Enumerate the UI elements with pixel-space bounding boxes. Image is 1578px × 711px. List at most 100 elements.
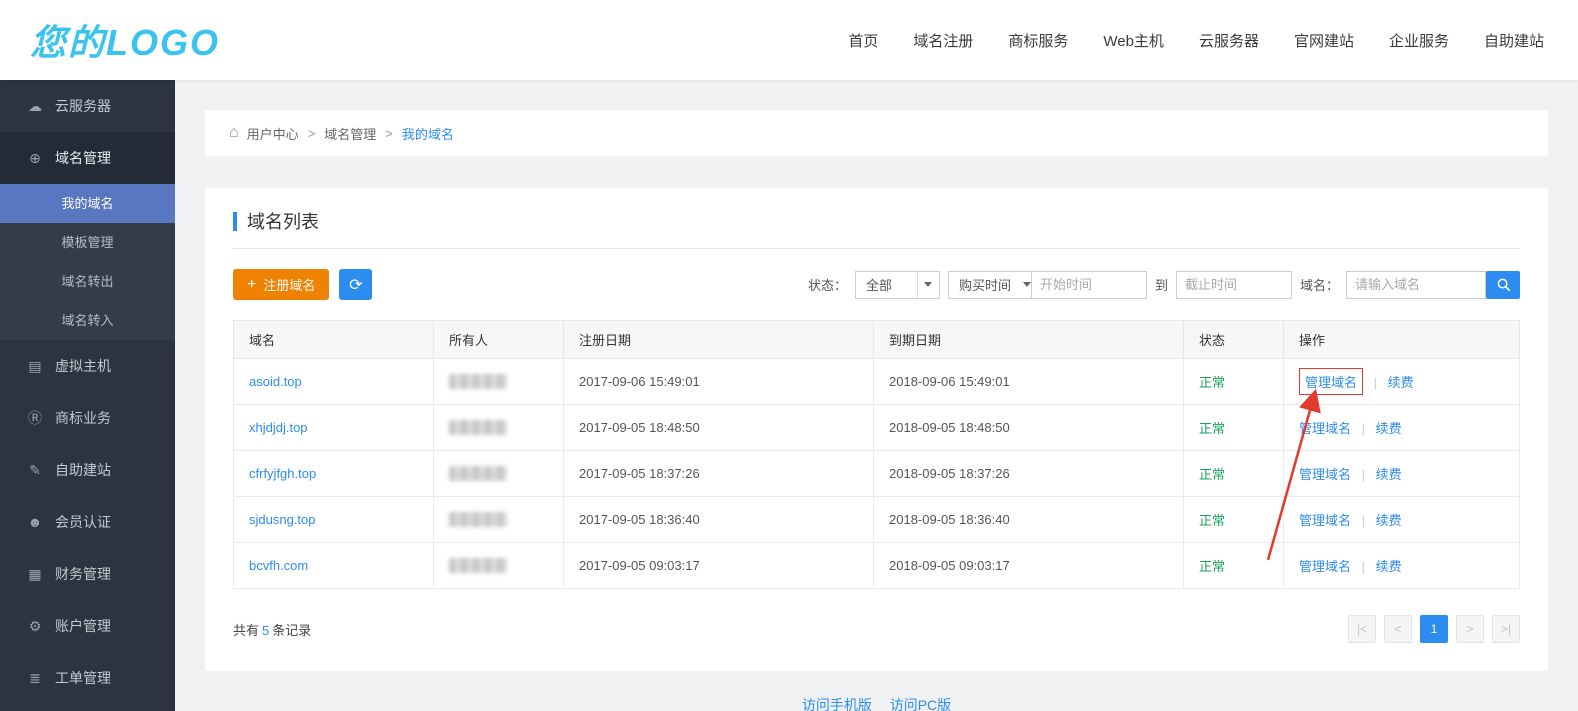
sidebar-subitem-my-domains[interactable]: 我的域名 <box>0 184 175 223</box>
sidebar-item-finance[interactable]: ▦ 财务管理 <box>0 548 175 600</box>
chevron-down-icon <box>1023 282 1031 287</box>
sidebar-item-label: 云服务器 <box>55 96 111 116</box>
sidebar-item-label: 账户管理 <box>55 616 111 636</box>
status-badge: 正常 <box>1199 421 1225 436</box>
table-row: asoid.top 2017-09-06 15:49:01 2018-09-06… <box>234 359 1520 405</box>
sidebar-item-virtual-host[interactable]: ▤ 虚拟主机 <box>0 340 175 392</box>
summary-suffix: 条记录 <box>272 623 311 638</box>
nav-item-diy-site[interactable]: 自助建站 <box>1484 30 1544 51</box>
col-header-domain: 域名 <box>234 321 434 359</box>
renew-link[interactable]: 续费 <box>1376 421 1402 436</box>
pagination-last-button[interactable]: >| <box>1492 615 1520 643</box>
pagination-next-button[interactable]: > <box>1456 615 1484 643</box>
domain-link[interactable]: asoid.top <box>249 374 302 389</box>
manage-domain-link[interactable]: 管理域名 <box>1299 559 1351 574</box>
owner-redacted <box>449 512 507 527</box>
time-filter-group: 购买时间 <box>948 271 1147 299</box>
nav-item-web-hosting[interactable]: Web主机 <box>1103 30 1164 51</box>
nav-item-trademark[interactable]: 商标服务 <box>1008 30 1068 51</box>
owner-redacted <box>449 374 507 389</box>
to-label: 到 <box>1155 275 1168 294</box>
plus-icon: + <box>247 277 256 293</box>
expire-date: 2018-09-05 09:03:17 <box>874 543 1184 589</box>
table-row: xhjdjdj.top 2017-09-05 18:48:50 2018-09-… <box>234 405 1520 451</box>
status-select-value: 全部 <box>856 275 917 294</box>
renew-link[interactable]: 续费 <box>1388 375 1414 390</box>
table-row: bcvfh.com 2017-09-05 09:03:17 2018-09-05… <box>234 543 1520 589</box>
trademark-icon: Ⓡ <box>26 408 44 428</box>
domain-link[interactable]: cfrfyjfgh.top <box>249 466 316 481</box>
table-row: sjdusng.top 2017-09-05 18:36:40 2018-09-… <box>234 497 1520 543</box>
sidebar-item-site-builder[interactable]: ✎ 自助建站 <box>0 444 175 496</box>
site-logo[interactable]: 您的LOGO <box>30 14 220 66</box>
pc-version-link[interactable]: 访问PC版 <box>890 697 951 711</box>
breadcrumb-user-center[interactable]: 用户中心 <box>247 124 299 143</box>
renew-link[interactable]: 续费 <box>1376 559 1402 574</box>
manage-domain-link[interactable]: 管理域名 <box>1299 513 1351 528</box>
sidebar-item-label: 自助建站 <box>55 460 111 480</box>
toolbar: + 注册域名 ⟳ 状态： 全部 购买时间 <box>233 269 1520 300</box>
renew-link[interactable]: 续费 <box>1376 467 1402 482</box>
sidebar-item-member-verification[interactable]: ☻ 会员认证 <box>0 496 175 548</box>
pagination: |< < 1 > >| <box>1348 615 1520 643</box>
nav-item-home[interactable]: 首页 <box>848 30 878 51</box>
site-builder-icon: ✎ <box>26 462 44 479</box>
pagination-page-1[interactable]: 1 <box>1420 615 1448 643</box>
manage-domain-link[interactable]: 管理域名 <box>1299 467 1351 482</box>
sidebar-item-label: 财务管理 <box>55 564 111 584</box>
nav-item-enterprise[interactable]: 企业服务 <box>1389 30 1449 51</box>
pagination-prev-button[interactable]: < <box>1384 615 1412 643</box>
sidebar-subitem-domain-transfer-in[interactable]: 域名转入 <box>0 301 175 340</box>
sidebar-item-domain-management[interactable]: ⊕ 域名管理 <box>0 132 175 184</box>
breadcrumb-my-domains[interactable]: 我的域名 <box>402 124 454 143</box>
register-date: 2017-09-05 18:37:26 <box>564 451 874 497</box>
finance-icon: ▦ <box>26 566 44 583</box>
action-divider: | <box>1362 467 1365 482</box>
sidebar-subitem-template-management[interactable]: 模板管理 <box>0 223 175 262</box>
sidebar-item-work-order[interactable]: ≣ 工单管理 <box>0 652 175 704</box>
expire-date: 2018-09-05 18:48:50 <box>874 405 1184 451</box>
search-button[interactable] <box>1486 271 1520 299</box>
domain-icon: ⊕ <box>26 150 44 167</box>
renew-link[interactable]: 续费 <box>1376 513 1402 528</box>
col-header-status: 状态 <box>1184 321 1284 359</box>
domain-link[interactable]: xhjdjdj.top <box>249 420 308 435</box>
domain-link[interactable]: sjdusng.top <box>249 512 316 527</box>
owner-redacted <box>449 420 507 435</box>
work-order-icon: ≣ <box>26 670 44 687</box>
refresh-button[interactable]: ⟳ <box>339 269 372 300</box>
sidebar-item-trademark[interactable]: Ⓡ 商标业务 <box>0 392 175 444</box>
status-select[interactable]: 全部 <box>855 271 940 299</box>
nav-item-domain-register[interactable]: 域名注册 <box>913 30 973 51</box>
nav-item-cloud-server[interactable]: 云服务器 <box>1199 30 1259 51</box>
end-date-input[interactable] <box>1176 271 1292 299</box>
domain-link[interactable]: bcvfh.com <box>249 558 308 573</box>
mobile-version-link[interactable]: 访问手机版 <box>802 697 872 711</box>
register-domain-button[interactable]: + 注册域名 <box>233 269 329 300</box>
manage-domain-link[interactable]: 管理域名 <box>1305 375 1357 390</box>
sidebar-subitem-domain-transfer-out[interactable]: 域名转出 <box>0 262 175 301</box>
home-icon: ⌂ <box>229 124 239 142</box>
manage-domain-link[interactable]: 管理域名 <box>1299 421 1351 436</box>
sidebar-item-label: 域名管理 <box>55 148 111 168</box>
annotation-highlight-box: 管理域名 <box>1299 368 1363 395</box>
action-divider: | <box>1374 375 1377 390</box>
start-date-input[interactable] <box>1031 271 1147 299</box>
sidebar-item-account[interactable]: ⚙ 账户管理 <box>0 600 175 652</box>
breadcrumb-domain-management[interactable]: 域名管理 <box>324 124 376 143</box>
status-badge: 正常 <box>1199 375 1225 390</box>
register-date: 2017-09-06 15:49:01 <box>564 359 874 405</box>
domain-submenu: 我的域名 模板管理 域名转出 域名转入 <box>0 184 175 340</box>
domain-list-panel: 域名列表 + 注册域名 ⟳ 状态： 全部 <box>205 188 1548 671</box>
time-type-select[interactable]: 购买时间 <box>948 271 1032 299</box>
title-accent-bar <box>233 212 237 231</box>
page-footer: 访问手机版 访问PC版 <box>205 695 1548 711</box>
action-divider: | <box>1362 421 1365 436</box>
sidebar-item-cloud-server[interactable]: ☁ 云服务器 <box>0 80 175 132</box>
pagination-first-button[interactable]: |< <box>1348 615 1376 643</box>
nav-item-website[interactable]: 官网建站 <box>1294 30 1354 51</box>
domain-search-input[interactable] <box>1346 271 1486 299</box>
owner-redacted <box>449 466 507 481</box>
domain-search-group <box>1347 271 1520 299</box>
filter-bar: 状态： 全部 购买时间 到 域名： <box>808 271 1520 299</box>
